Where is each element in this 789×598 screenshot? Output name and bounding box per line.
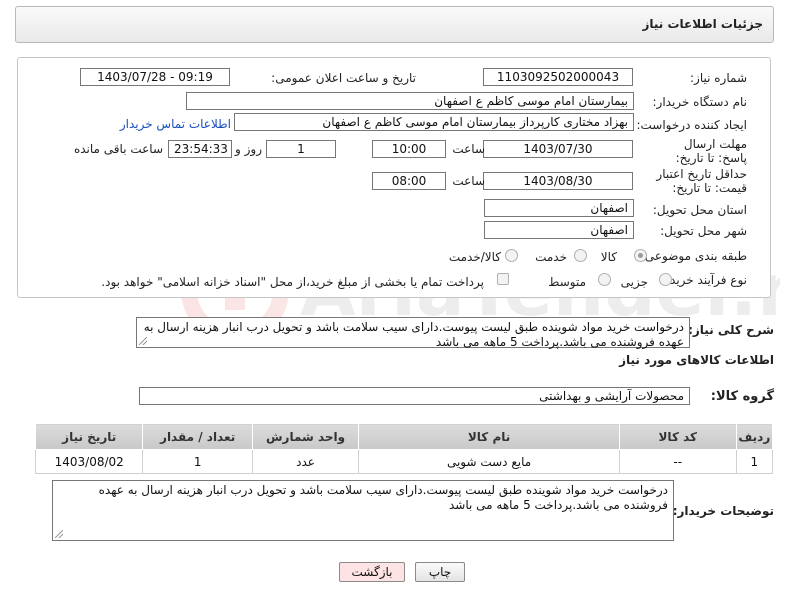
page-header: جزئیات اطلاعات نیاز [15, 6, 774, 43]
col-date-header: تاریخ نیاز [34, 423, 144, 450]
goods-group-label: گروه کالا: [710, 389, 774, 404]
col-code-header: کد کالا [618, 423, 737, 450]
cell-qty: 1 [142, 449, 253, 474]
resize-grip-icon[interactable] [55, 530, 63, 538]
cell-code: -- [618, 449, 737, 474]
process-minor-radio[interactable] [659, 273, 672, 286]
cell-date: 1403/08/02 [34, 449, 144, 474]
buyer-label: نام دستگاه خریدار: [652, 95, 748, 109]
col-row-header: ردیف [735, 423, 774, 450]
print-button[interactable]: چاپ [415, 562, 465, 582]
announce-datetime-field: 1403/07/28 - 09:19 [80, 68, 230, 86]
process-medium-radio[interactable] [598, 273, 611, 286]
buyer-contact-link[interactable]: اطلاعات تماس خریدار [120, 117, 231, 131]
cell-unit: عدد [251, 449, 360, 474]
creator-label: ایجاد کننده درخواست: [636, 118, 747, 132]
col-unit-header: واحد شمارش [251, 423, 360, 450]
treasury-payment-label: پرداخت تمام یا بخشی از مبلغ خرید،از محل … [101, 275, 484, 289]
city-label: شهر محل تحویل: [660, 224, 747, 238]
days-field: 1 [266, 140, 336, 158]
col-qty-header: تعداد / مقدار [142, 423, 253, 450]
category-goods-label: کالا [600, 250, 617, 264]
province-label: استان محل تحویل: [652, 203, 747, 217]
col-name-header: نام کالا [358, 423, 620, 450]
city-field: اصفهان [484, 221, 634, 239]
need-number-field: 1103092502000043 [483, 68, 633, 86]
description-textarea[interactable]: درخواست خرید مواد شوینده طبق لیست پیوست.… [136, 317, 690, 349]
category-label: طبقه بندی موضوعی: [640, 249, 747, 263]
description-label: شرح کلی نیاز: [688, 323, 774, 337]
buyer-field: بیمارستان امام موسی کاظم ع اصفهان [186, 92, 634, 110]
validity-date-field: 1403/08/30 [483, 172, 633, 190]
cell-name: مایع دست شویی [358, 449, 620, 474]
province-field: اصفهان [484, 199, 634, 217]
deadline-time-field: 10:00 [372, 140, 446, 158]
validity-time-field: 08:00 [372, 172, 446, 190]
treasury-payment-checkbox[interactable] [497, 273, 509, 285]
category-service-label: خدمت [535, 250, 567, 264]
remaining-time-field: 23:54:33 [168, 140, 232, 158]
process-medium-label: متوسط [548, 275, 586, 289]
remaining-label: ساعت باقی مانده [73, 142, 163, 156]
category-goods-radio[interactable] [634, 249, 647, 262]
deadline-date-field: 1403/07/30 [483, 140, 633, 158]
cell-row: 1 [735, 449, 774, 474]
category-both-radio[interactable] [505, 249, 518, 262]
deadline-time-label: ساعت [452, 142, 485, 156]
need-number-label: شماره نیاز: [690, 71, 747, 85]
announce-label: تاریخ و ساعت اعلان عمومی: [271, 71, 416, 85]
table-header-row: ردیف کد کالا نام کالا واحد شمارش تعداد /… [34, 423, 774, 450]
creator-field: بهزاد مختاری کارپرداز بیمارستان امام موس… [234, 113, 634, 131]
buyer-notes-textarea[interactable]: درخواست خرید مواد شوینده طبق لیست پیوست.… [52, 480, 674, 541]
buyer-notes-text: درخواست خرید مواد شوینده طبق لیست پیوست.… [98, 483, 668, 512]
category-both-label: کالا/خدمت [448, 250, 501, 264]
buyer-notes-label: توضیحات خریدار: [672, 504, 774, 518]
validity-time-label: ساعت [452, 174, 485, 188]
process-minor-label: جزیی [620, 275, 648, 289]
page-title: جزئیات اطلاعات نیاز [642, 17, 763, 31]
process-label: نوع فرآیند خرید : [662, 273, 747, 287]
goods-group-field: محصولات آرایشی و بهداشتی [139, 387, 690, 405]
table-row: 1 -- مایع دست شویی عدد 1 1403/08/02 [34, 449, 774, 474]
goods-section-title: اطلاعات کالاهای مورد نیاز [619, 353, 774, 367]
description-text: درخواست خرید مواد شوینده طبق لیست پیوست.… [143, 320, 684, 349]
resize-grip-icon[interactable] [139, 337, 147, 345]
back-button[interactable]: بازگشت [339, 562, 405, 582]
category-service-radio[interactable] [574, 249, 587, 262]
validity-label: حداقل تاریخ اعتبار قیمت: تا تاریخ: [656, 167, 747, 195]
deadline-label: مهلت ارسال پاسخ: تا تاریخ: [675, 137, 747, 165]
goods-table: ردیف کد کالا نام کالا واحد شمارش تعداد /… [34, 423, 774, 474]
days-label: روز و [235, 142, 262, 156]
